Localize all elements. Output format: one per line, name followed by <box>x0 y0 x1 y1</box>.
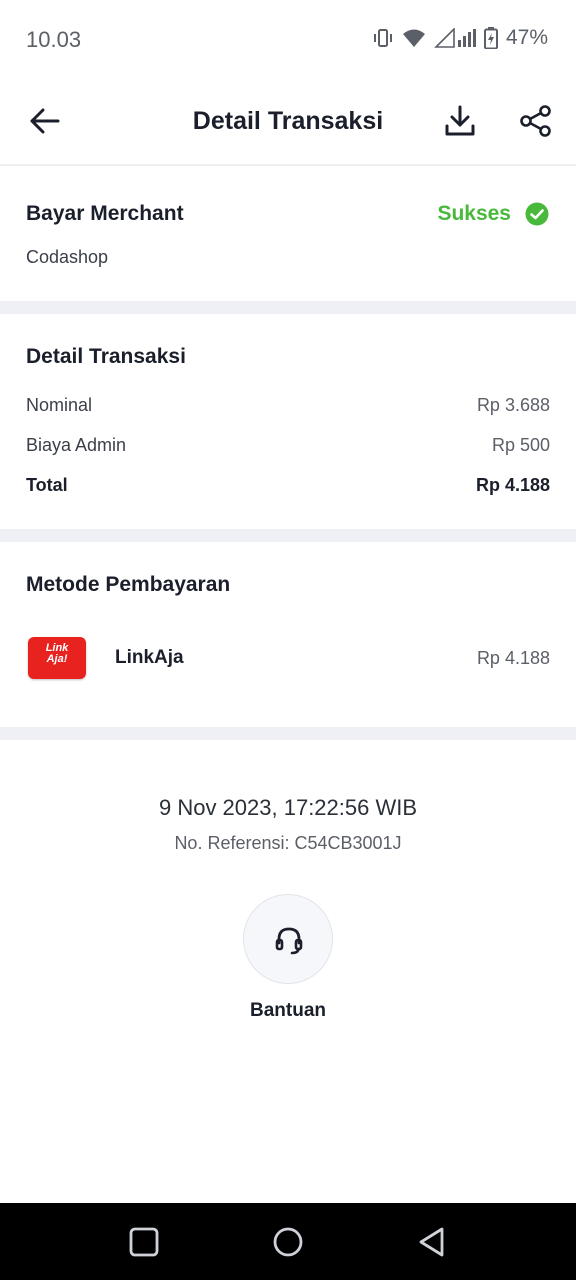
detail-label: Total <box>26 475 68 495</box>
signal-icon <box>434 28 476 48</box>
status-bar: 10.03 47% <box>0 0 576 80</box>
page-title: Detail Transaksi <box>192 107 384 135</box>
status-time: 10.03 <box>26 27 82 52</box>
help-button[interactable] <box>243 894 333 984</box>
help-label: Bantuan <box>250 1000 326 1021</box>
detail-row-admin-fee: Biaya Admin Rp 500 <box>26 435 550 456</box>
details-section: Detail Transaksi Nominal Rp 3.688 Biaya … <box>0 314 576 529</box>
section-divider <box>0 529 576 542</box>
merchant-name: Codashop <box>26 247 109 267</box>
detail-row-total: Total Rp 4.188 <box>26 475 550 496</box>
linkaja-logo: Link Aja! <box>28 637 86 679</box>
vibrate-icon <box>373 29 392 47</box>
download-icon <box>445 105 475 136</box>
transaction-datetime: 9 Nov 2023, 17:22:56 WIB <box>158 795 418 820</box>
detail-value: Rp 4.188 <box>475 475 550 495</box>
wifi-icon <box>402 29 425 47</box>
download-button[interactable] <box>443 104 477 138</box>
share-icon <box>520 105 551 137</box>
transaction-reference: No. Referensi: C54CB3001J <box>174 833 402 853</box>
detail-value: Rp 500 <box>491 435 550 455</box>
payment-title: Metode Pembayaran <box>26 573 231 596</box>
share-button[interactable] <box>519 104 553 138</box>
status-icons: 47% <box>372 26 548 50</box>
detail-row-nominal: Nominal Rp 3.688 <box>26 395 550 416</box>
details-title: Detail Transaksi <box>26 345 186 368</box>
section-divider <box>0 727 576 740</box>
recent-apps-icon <box>129 1227 159 1257</box>
detail-label: Nominal <box>26 395 93 415</box>
payment-method-name: LinkAja <box>115 647 184 668</box>
app-bar: Detail Transaksi <box>0 80 576 166</box>
payment-section: Metode Pembayaran Link Aja! LinkAja Rp 4… <box>0 542 576 727</box>
merchant-title: Bayar Merchant <box>26 202 184 225</box>
back-icon <box>419 1227 444 1257</box>
section-divider <box>0 301 576 314</box>
system-back-button[interactable] <box>415 1225 449 1259</box>
home-button[interactable] <box>271 1225 305 1259</box>
home-icon <box>273 1227 303 1257</box>
check-circle-icon <box>525 202 549 226</box>
battery-charging-icon <box>483 27 498 49</box>
merchant-section: Bayar Merchant Codashop Sukses <box>0 166 576 301</box>
headset-icon <box>275 927 303 955</box>
battery-percent: 47% <box>505 26 548 49</box>
payment-amount: Rp 4.188 <box>476 648 550 668</box>
detail-value: Rp 3.688 <box>476 395 550 415</box>
status-text: Sukses <box>437 202 511 225</box>
detail-label: Biaya Admin <box>26 435 127 455</box>
status-badge: Sukses <box>437 202 549 226</box>
recent-apps-button[interactable] <box>127 1225 161 1259</box>
system-nav-bar <box>0 1203 576 1280</box>
